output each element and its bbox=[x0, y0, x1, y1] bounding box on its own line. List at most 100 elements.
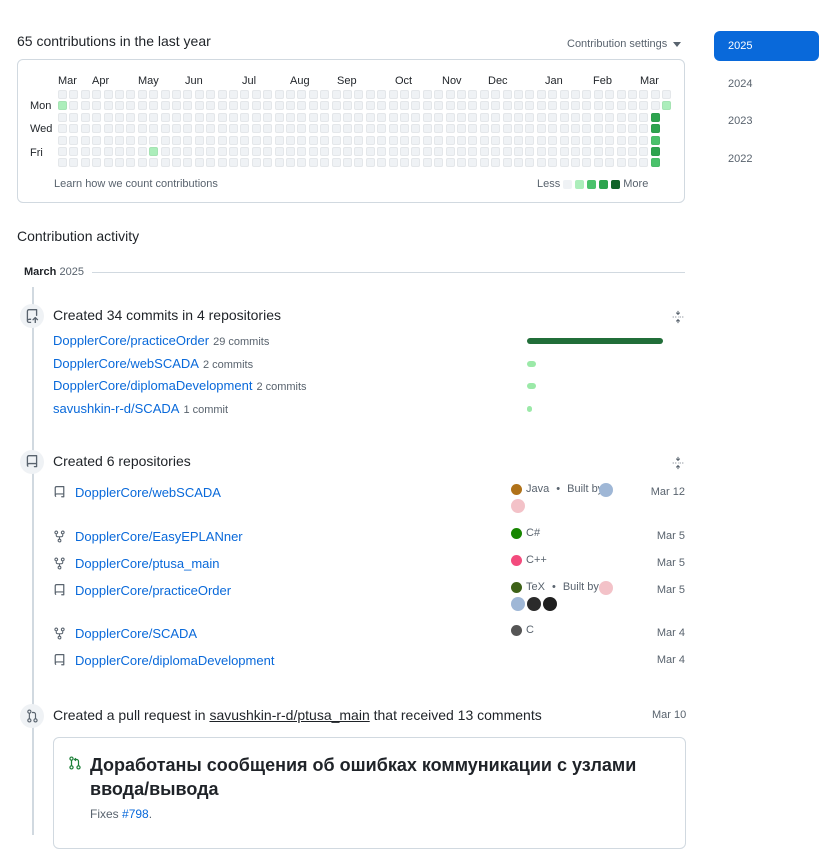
contribution-day[interactable] bbox=[217, 90, 227, 99]
contribution-day[interactable] bbox=[479, 124, 489, 134]
contribution-day[interactable] bbox=[274, 90, 284, 99]
contribution-day[interactable] bbox=[149, 158, 159, 168]
contribution-day[interactable] bbox=[69, 112, 79, 122]
contribution-day[interactable] bbox=[206, 158, 216, 168]
contribution-day[interactable] bbox=[126, 90, 136, 99]
contribution-day[interactable] bbox=[411, 112, 421, 122]
contribution-day[interactable] bbox=[377, 158, 387, 168]
contribution-day[interactable] bbox=[434, 135, 444, 145]
contribution-day[interactable] bbox=[571, 158, 580, 168]
contribution-day[interactable] bbox=[194, 90, 204, 99]
contribution-day[interactable] bbox=[331, 135, 341, 145]
contribution-day[interactable] bbox=[206, 101, 216, 111]
contribution-day[interactable] bbox=[468, 101, 478, 111]
year-2024-button[interactable]: 2024 bbox=[714, 69, 819, 99]
contribution-day[interactable] bbox=[160, 124, 170, 134]
contribution-day[interactable] bbox=[308, 112, 318, 122]
contribution-day[interactable] bbox=[286, 147, 295, 156]
contribution-day[interactable] bbox=[434, 147, 444, 156]
contribution-day[interactable] bbox=[491, 147, 501, 156]
contribution-day[interactable] bbox=[217, 124, 227, 134]
commit-repo-link[interactable]: DopplerCore/practiceOrder bbox=[53, 333, 209, 348]
contribution-day[interactable] bbox=[548, 124, 558, 134]
contribution-day[interactable] bbox=[58, 124, 67, 134]
created-repo-link[interactable]: DopplerCore/webSCADA bbox=[75, 485, 221, 500]
fold-icon[interactable] bbox=[671, 310, 685, 324]
contribution-day[interactable] bbox=[525, 158, 535, 168]
created-repo-link[interactable]: DopplerCore/EasyEPLANner bbox=[75, 529, 243, 544]
contribution-day[interactable] bbox=[411, 101, 421, 111]
contribution-day[interactable] bbox=[137, 112, 147, 122]
contribution-day[interactable] bbox=[628, 101, 637, 111]
contribution-day[interactable] bbox=[194, 147, 204, 156]
contribution-day[interactable] bbox=[286, 124, 295, 134]
contribution-day[interactable] bbox=[468, 135, 478, 145]
contribution-day[interactable] bbox=[286, 101, 295, 111]
contribution-day[interactable] bbox=[434, 124, 444, 134]
contribution-day[interactable] bbox=[103, 135, 113, 145]
contribution-day[interactable] bbox=[92, 158, 102, 168]
contribution-day[interactable] bbox=[194, 112, 204, 122]
contribution-day[interactable] bbox=[308, 101, 318, 111]
contribution-day[interactable] bbox=[479, 90, 489, 99]
contribution-day[interactable] bbox=[422, 124, 432, 134]
contribution-day[interactable] bbox=[605, 158, 615, 168]
contribution-day[interactable] bbox=[479, 135, 489, 145]
contribution-day[interactable] bbox=[115, 101, 124, 111]
contribution-day[interactable] bbox=[263, 158, 273, 168]
contribution-day[interactable] bbox=[411, 124, 421, 134]
contribution-day[interactable] bbox=[445, 90, 455, 99]
contribution-day[interactable] bbox=[548, 158, 558, 168]
contribution-day[interactable] bbox=[628, 135, 637, 145]
contribution-day[interactable] bbox=[331, 90, 341, 99]
contribution-day[interactable] bbox=[286, 90, 295, 99]
contribution-day[interactable] bbox=[331, 124, 341, 134]
contribution-day[interactable] bbox=[354, 135, 364, 145]
contribution-day[interactable] bbox=[320, 135, 330, 145]
contribution-day[interactable] bbox=[468, 124, 478, 134]
contribution-day[interactable] bbox=[525, 135, 535, 145]
contribution-day[interactable] bbox=[479, 101, 489, 111]
contribution-day[interactable] bbox=[115, 147, 124, 156]
contribution-day[interactable] bbox=[320, 124, 330, 134]
contribution-day[interactable] bbox=[308, 90, 318, 99]
contribution-day[interactable] bbox=[628, 90, 637, 99]
contribution-day[interactable] bbox=[251, 112, 261, 122]
contribution-day[interactable] bbox=[605, 101, 615, 111]
contribution-day[interactable] bbox=[468, 112, 478, 122]
created-repo-link[interactable]: DopplerCore/ptusa_main bbox=[75, 556, 220, 571]
contribution-day[interactable] bbox=[491, 135, 501, 145]
contribution-day[interactable] bbox=[103, 112, 113, 122]
contribution-day[interactable] bbox=[559, 101, 569, 111]
contribution-day[interactable] bbox=[263, 112, 273, 122]
commit-repo-link[interactable]: DopplerCore/diplomaDevelopment bbox=[53, 378, 252, 393]
contribution-day[interactable] bbox=[149, 147, 159, 156]
contribution-day[interactable] bbox=[251, 135, 261, 145]
contribution-day[interactable] bbox=[183, 147, 193, 156]
avatar[interactable] bbox=[543, 596, 557, 611]
contribution-day[interactable] bbox=[354, 147, 364, 156]
contribution-day[interactable] bbox=[229, 112, 238, 122]
contribution-day[interactable] bbox=[502, 147, 512, 156]
contribution-day[interactable] bbox=[343, 135, 352, 145]
contribution-day[interactable] bbox=[388, 158, 398, 168]
contribution-day[interactable] bbox=[183, 101, 193, 111]
contribution-day[interactable] bbox=[354, 158, 364, 168]
contribution-day[interactable] bbox=[92, 90, 102, 99]
contribution-day[interactable] bbox=[160, 101, 170, 111]
contribution-day[interactable] bbox=[514, 147, 523, 156]
contribution-day[interactable] bbox=[571, 101, 580, 111]
contribution-day[interactable] bbox=[593, 112, 603, 122]
contribution-day[interactable] bbox=[457, 90, 466, 99]
contribution-day[interactable] bbox=[650, 147, 660, 156]
contribution-day[interactable] bbox=[160, 135, 170, 145]
created-repo-link[interactable]: DopplerCore/practiceOrder bbox=[75, 583, 231, 598]
fold-icon[interactable] bbox=[671, 456, 685, 470]
contribution-day[interactable] bbox=[274, 158, 284, 168]
contribution-day[interactable] bbox=[422, 147, 432, 156]
contribution-day[interactable] bbox=[69, 124, 79, 134]
contribution-day[interactable] bbox=[400, 147, 409, 156]
contribution-day[interactable] bbox=[229, 147, 238, 156]
contribution-day[interactable] bbox=[251, 147, 261, 156]
contribution-day[interactable] bbox=[457, 112, 466, 122]
